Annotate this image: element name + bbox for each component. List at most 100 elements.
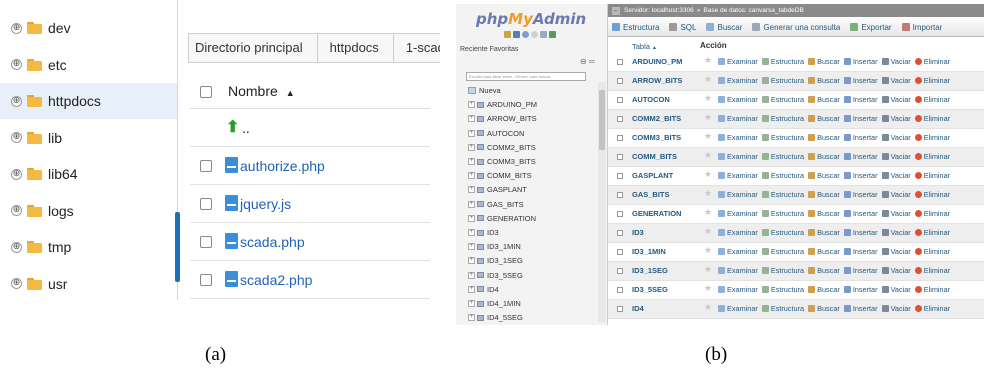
file-checkbox[interactable] — [200, 198, 212, 210]
action-examinar[interactable]: Examinar — [718, 57, 758, 66]
table-filter-input[interactable]: Escriba para filtrar estos, «Enter» para… — [466, 72, 586, 81]
settings-icon[interactable] — [540, 31, 547, 38]
action-eliminar[interactable]: Eliminar — [914, 247, 950, 256]
action-insertar[interactable]: Insertar — [843, 57, 878, 66]
expand-icon[interactable]: + — [468, 300, 475, 307]
row-checkbox[interactable] — [617, 78, 623, 84]
action-vaciar[interactable]: Vaciar — [881, 266, 911, 275]
nav-table-id4-5seg[interactable]: + ID4_5SEG — [468, 312, 523, 323]
action-insertar[interactable]: Insertar — [843, 266, 878, 275]
action-insertar[interactable]: Insertar — [843, 228, 878, 237]
action-buscar[interactable]: Buscar — [808, 76, 840, 85]
favorite-star-icon[interactable]: ★ — [704, 265, 712, 275]
table-name-link[interactable]: GAS_BITS — [632, 190, 670, 199]
breadcrumb-item-directorio-principal[interactable]: Directorio principal — [188, 33, 317, 63]
breadcrumb-item-httpdocs[interactable]: httpdocs — [316, 33, 393, 63]
reload-icon[interactable] — [549, 31, 556, 38]
action-examinar[interactable]: Examinar — [718, 133, 758, 142]
file-name-link[interactable]: scada2.php — [240, 272, 312, 288]
action-buscar[interactable]: Buscar — [808, 266, 840, 275]
action-insertar[interactable]: Insertar — [843, 247, 878, 256]
favorite-star-icon[interactable]: ★ — [704, 56, 712, 66]
phpmyadmin-logo[interactable]: phpMyAdmin — [476, 10, 586, 28]
action-estructura[interactable]: Estructura — [761, 285, 804, 294]
nav-table-autocon[interactable]: + AUTOCON — [468, 128, 524, 139]
action-eliminar[interactable]: Eliminar — [914, 76, 950, 85]
tree-item-tmp[interactable]: ⊕ tmp — [0, 229, 177, 265]
tab-exportar[interactable]: Exportar — [850, 23, 892, 32]
action-eliminar[interactable]: Eliminar — [914, 209, 950, 218]
server-link[interactable]: Servidor: localhost:3306 — [624, 7, 694, 14]
expand-icon[interactable]: ⊕ — [11, 241, 22, 253]
tree-item-usr[interactable]: ⊕ usr — [0, 266, 177, 301]
file-name-link[interactable]: scada.php — [240, 234, 305, 250]
file-checkbox[interactable] — [200, 160, 212, 172]
expand-icon[interactable]: ⊕ — [11, 278, 22, 289]
favorite-star-icon[interactable]: ★ — [704, 94, 712, 104]
nav-table-id3[interactable]: + ID3 — [468, 227, 499, 238]
nav-table-id4[interactable]: + ID4 — [468, 284, 499, 295]
favorite-star-icon[interactable]: ★ — [704, 170, 712, 180]
home-icon[interactable] — [504, 31, 511, 38]
breadcrumb-item-1-scada[interactable]: 1-scada — [392, 33, 440, 63]
expand-icon[interactable]: ⊕ — [11, 22, 22, 34]
tree-item-lib[interactable]: ⊕ lib — [0, 120, 177, 156]
nav-table-id3-5seg[interactable]: + ID3_5SEG — [468, 270, 523, 281]
action-eliminar[interactable]: Eliminar — [914, 133, 950, 142]
action-buscar[interactable]: Buscar — [808, 171, 840, 180]
nav-table-comm3-bits[interactable]: + COMM3_BITS — [468, 156, 536, 167]
table-name-link[interactable]: GENERATION — [632, 209, 681, 218]
action-buscar[interactable]: Buscar — [808, 114, 840, 123]
nav-table-id3-1min[interactable]: + ID3_1MIN — [468, 241, 521, 252]
action-buscar[interactable]: Buscar — [808, 228, 840, 237]
row-checkbox[interactable] — [617, 173, 623, 179]
row-checkbox[interactable] — [617, 154, 623, 160]
favorite-star-icon[interactable]: ★ — [704, 227, 712, 237]
tab-importar[interactable]: Importar — [901, 23, 942, 32]
expand-icon[interactable]: + — [468, 200, 475, 208]
table-name-link[interactable]: COMM3_BITS — [632, 133, 681, 142]
action-estructura[interactable]: Estructura — [761, 266, 804, 275]
action-vaciar[interactable]: Vaciar — [881, 171, 911, 180]
action-buscar[interactable]: Buscar — [808, 133, 840, 142]
nav-table-arduino-pm[interactable]: + ARDUINO_PM — [468, 99, 537, 110]
action-insertar[interactable]: Insertar — [843, 95, 878, 104]
nav-table-comm-bits[interactable]: + COMM_BITS — [468, 170, 532, 181]
action-insertar[interactable]: Insertar — [843, 152, 878, 161]
row-checkbox[interactable] — [617, 268, 623, 274]
nav-table-gasplant[interactable]: + GASPLANT — [468, 184, 527, 195]
tree-item-httpdocs[interactable]: ⊕ httpdocs — [0, 83, 177, 119]
action-vaciar[interactable]: Vaciar — [881, 57, 911, 66]
file-checkbox[interactable] — [200, 274, 212, 286]
expand-icon[interactable]: + — [468, 129, 475, 137]
action-buscar[interactable]: Buscar — [808, 190, 840, 199]
recent-favorites-tabs[interactable]: Reciente Favoritas — [460, 46, 518, 53]
row-checkbox[interactable] — [617, 59, 623, 65]
action-examinar[interactable]: Examinar — [718, 76, 758, 85]
action-examinar[interactable]: Examinar — [718, 95, 758, 104]
row-checkbox[interactable] — [617, 192, 623, 198]
row-checkbox[interactable] — [617, 306, 623, 312]
action-insertar[interactable]: Insertar — [843, 76, 878, 85]
action-buscar[interactable]: Buscar — [808, 95, 840, 104]
favorite-star-icon[interactable]: ★ — [704, 284, 712, 294]
collapse-all-icon[interactable]: ⊖ ═ — [580, 57, 595, 66]
docs-icon[interactable] — [531, 31, 538, 38]
row-checkbox[interactable] — [617, 287, 623, 293]
parent-directory-row[interactable]: ⬆.. — [190, 109, 430, 147]
action-vaciar[interactable]: Vaciar — [881, 285, 911, 294]
action-buscar[interactable]: Buscar — [808, 57, 840, 66]
table-name-link[interactable]: ID3_1SEG — [632, 266, 668, 275]
expand-icon[interactable]: + — [468, 158, 475, 165]
nav-table-id4-1min[interactable]: + ID4_1MIN — [468, 298, 521, 309]
action-examinar[interactable]: Examinar — [718, 209, 758, 218]
help-icon[interactable] — [522, 31, 529, 38]
expand-icon[interactable]: + — [468, 257, 475, 265]
file-row-jquery-js[interactable]: jquery.js — [190, 185, 430, 223]
action-estructura[interactable]: Estructura — [761, 304, 804, 313]
action-examinar[interactable]: Examinar — [718, 171, 758, 180]
favorite-star-icon[interactable]: ★ — [704, 208, 712, 218]
nav-table-nueva[interactable]: Nueva — [468, 85, 501, 96]
action-vaciar[interactable]: Vaciar — [881, 152, 911, 161]
tab-generar-una-consulta[interactable]: Generar una consulta — [752, 23, 840, 32]
